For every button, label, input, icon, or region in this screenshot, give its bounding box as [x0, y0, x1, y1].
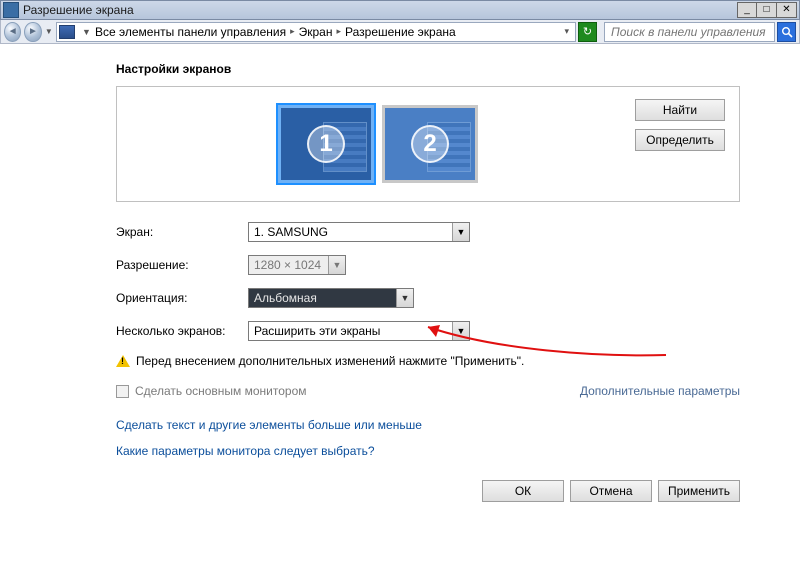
search-box[interactable] — [604, 22, 775, 42]
window-title: Разрешение экрана — [23, 3, 737, 17]
orientation-select[interactable]: Альбомная ▼ — [248, 288, 414, 308]
make-primary-label: Сделать основным монитором — [135, 384, 307, 398]
titlebar: Разрешение экрана _ □ ✕ — [0, 0, 800, 20]
warning-row: Перед внесением дополнительных изменений… — [116, 354, 740, 368]
resolution-value: 1280 × 1024 — [249, 258, 328, 272]
chevron-right-icon: ▸ — [336, 26, 341, 37]
monitor-2[interactable]: 2 — [382, 105, 478, 183]
which-settings-link[interactable]: Какие параметры монитора следует выбрать… — [116, 444, 740, 458]
monitor-number: 1 — [307, 125, 345, 163]
chevron-down-icon: ▼ — [452, 322, 469, 340]
chevron-down-icon: ▼ — [396, 289, 413, 307]
monitor-number: 2 — [411, 125, 449, 163]
orientation-value: Альбомная — [249, 291, 396, 305]
cancel-button[interactable]: Отмена — [570, 480, 652, 502]
chevron-down-icon: ▼ — [452, 223, 469, 241]
window-icon — [3, 2, 19, 18]
breadcrumb-mid[interactable]: Экран — [299, 25, 333, 39]
text-size-link[interactable]: Сделать текст и другие элементы больше и… — [116, 418, 740, 432]
resolution-select[interactable]: 1280 × 1024 ▼ — [248, 255, 346, 275]
breadcrumb[interactable]: ▼ Все элементы панели управления ▸ Экран… — [56, 22, 576, 42]
dialog-buttons: ОК Отмена Применить — [116, 480, 740, 502]
navbar: ◄ ► ▼ ▼ Все элементы панели управления ▸… — [0, 20, 800, 44]
chevron-down-icon: ▼ — [328, 256, 345, 274]
content: Настройки экранов 1 2 Найти Определить Э… — [0, 44, 800, 502]
screen-label: Экран: — [116, 225, 248, 239]
search-input[interactable] — [609, 24, 770, 40]
warning-icon — [116, 355, 130, 367]
display-preview-panel: 1 2 Найти Определить — [116, 86, 740, 202]
breadcrumb-root[interactable]: Все элементы панели управления — [95, 25, 286, 39]
search-button[interactable] — [777, 22, 796, 42]
breadcrumb-dropdown[interactable]: ▾ — [565, 26, 570, 37]
chevron-right-icon: ▸ — [290, 26, 295, 37]
search-icon — [781, 26, 793, 38]
settings-form: Экран: 1. SAMSUNG ▼ Разрешение: 1280 × 1… — [116, 222, 740, 502]
chevron-icon: ▼ — [82, 27, 91, 37]
maximize-button[interactable]: □ — [757, 2, 777, 18]
refresh-button[interactable]: ↻ — [578, 22, 597, 42]
monitors-area[interactable]: 1 2 — [131, 99, 625, 183]
make-primary-checkbox — [116, 385, 129, 398]
ok-button[interactable]: ОК — [482, 480, 564, 502]
find-button[interactable]: Найти — [635, 99, 725, 121]
control-panel-icon — [59, 25, 75, 39]
close-button[interactable]: ✕ — [777, 2, 797, 18]
monitor-1[interactable]: 1 — [278, 105, 374, 183]
multiple-displays-value: Расширить эти экраны — [249, 324, 452, 338]
screen-select[interactable]: 1. SAMSUNG ▼ — [248, 222, 470, 242]
multiple-displays-select[interactable]: Расширить эти экраны ▼ — [248, 321, 470, 341]
breadcrumb-leaf[interactable]: Разрешение экрана — [345, 25, 456, 39]
page-title: Настройки экранов — [116, 62, 740, 76]
apply-button[interactable]: Применить — [658, 480, 740, 502]
resolution-label: Разрешение: — [116, 258, 248, 272]
forward-button[interactable]: ► — [24, 22, 41, 42]
orientation-label: Ориентация: — [116, 291, 248, 305]
identify-button[interactable]: Определить — [635, 129, 725, 151]
warning-text: Перед внесением дополнительных изменений… — [136, 354, 524, 368]
multiple-displays-label: Несколько экранов: — [116, 324, 248, 338]
minimize-button[interactable]: _ — [737, 2, 757, 18]
history-dropdown[interactable]: ▼ — [45, 25, 53, 39]
advanced-settings-link[interactable]: Дополнительные параметры — [580, 384, 740, 398]
back-button[interactable]: ◄ — [4, 22, 21, 42]
screen-value: 1. SAMSUNG — [249, 225, 452, 239]
